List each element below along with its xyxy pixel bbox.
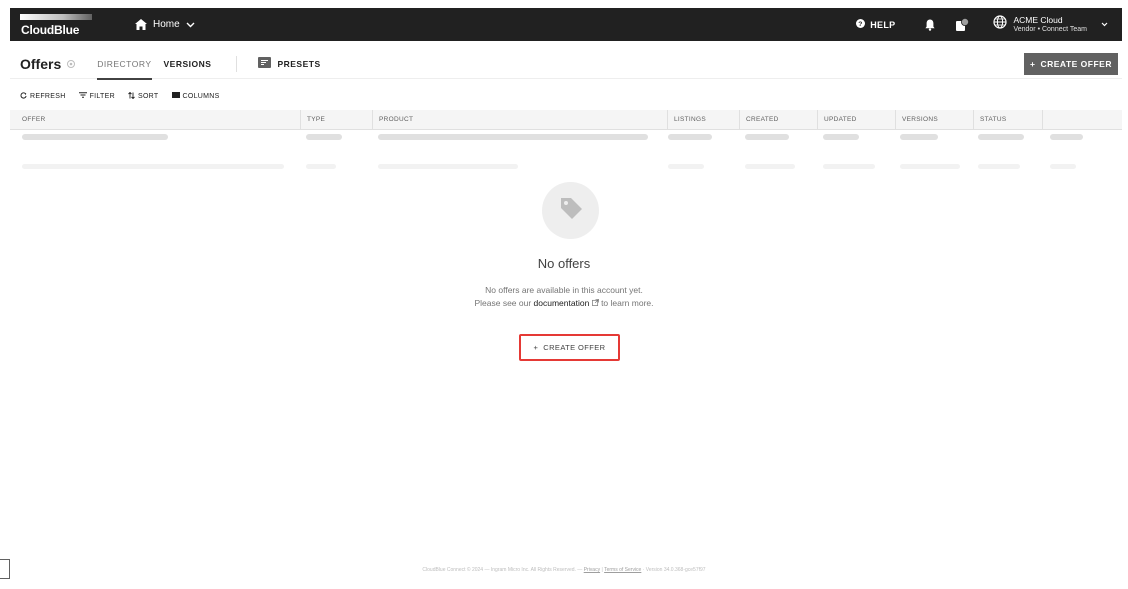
tag-icon	[558, 195, 584, 226]
create-offer-label: CREATE OFFER	[1040, 58, 1112, 69]
empty-state-message: No offers are available in this account …	[485, 285, 643, 295]
presets-icon	[258, 57, 272, 70]
create-offer-button[interactable]: + CREATE OFFER	[1024, 52, 1118, 75]
account-switcher[interactable]: ACME Cloud Vendor • Connect Team	[993, 15, 1108, 35]
cloudblue-logo[interactable]: CloudBlue	[20, 13, 92, 37]
empty-state-hint-suffix: to learn more.	[601, 298, 654, 308]
column-header-created[interactable]: CREATED	[739, 110, 817, 130]
empty-state-hint-prefix: Please see our	[474, 298, 532, 308]
create-offer-center-label: CREATE OFFER	[543, 343, 606, 352]
page-title: Offers	[20, 55, 62, 72]
column-header-type[interactable]: TYPE	[300, 110, 372, 130]
sort-icon	[128, 91, 135, 101]
column-header-offer[interactable]: OFFER	[10, 110, 300, 130]
skeleton-bar	[900, 164, 960, 169]
notifications-bell-icon[interactable]	[925, 19, 936, 31]
table-row-skeleton	[10, 164, 1122, 184]
tasks-icon[interactable]	[955, 17, 970, 32]
page-header: Offers DIRECTORY VERSIONS PRESETS + CREA…	[10, 49, 1122, 80]
skeleton-bar	[22, 164, 284, 169]
brand-name: CloudBlue	[21, 22, 80, 37]
help-label: HELP	[870, 19, 896, 30]
top-navigation-bar: CloudBlue Home ? HELP ACME Cloud Vendor …	[10, 8, 1122, 41]
topbar-actions: ? HELP ACME Cloud Vendor • Connect Team	[856, 8, 1122, 41]
refresh-icon	[20, 91, 27, 101]
filter-icon	[78, 92, 87, 100]
chevron-down-icon	[186, 22, 195, 28]
presets-button[interactable]: PRESETS	[258, 57, 320, 70]
account-team: Vendor • Connect Team	[1013, 25, 1087, 33]
filter-label: FILTER	[89, 92, 115, 100]
skeleton-bar	[823, 134, 859, 140]
create-offer-center-button[interactable]: + CREATE OFFER	[533, 343, 606, 352]
columns-label: COLUMNS	[182, 92, 220, 100]
skeleton-bar	[378, 164, 518, 169]
column-header-actions	[1042, 110, 1122, 130]
skeleton-bar	[900, 134, 938, 140]
refresh-label: REFRESH	[30, 92, 66, 100]
filter-button[interactable]: FILTER	[78, 92, 115, 100]
list-toolbar: REFRESH FILTER SORT COLUMNS	[20, 89, 220, 103]
column-header-listings[interactable]: LISTINGS	[667, 110, 739, 130]
create-offer-highlight: + CREATE OFFER	[519, 334, 620, 361]
skeleton-bar	[306, 164, 336, 169]
account-info: ACME Cloud Vendor • Connect Team	[1013, 15, 1087, 35]
home-label: Home	[153, 19, 180, 30]
page-footer: CloudBlue Connect © 2024 — Ingram Micro …	[0, 567, 1128, 573]
corner-frame	[0, 559, 10, 579]
tab-divider	[236, 55, 238, 72]
refresh-button[interactable]: REFRESH	[20, 91, 66, 101]
skeleton-bar	[745, 134, 789, 140]
skeleton-bar	[745, 164, 795, 169]
info-icon[interactable]	[67, 59, 76, 68]
table-header: OFFER TYPE PRODUCT LISTINGS CREATED UPDA…	[10, 110, 1122, 130]
home-icon	[135, 19, 147, 30]
skeleton-bar	[1050, 134, 1083, 140]
column-header-product[interactable]: PRODUCT	[372, 110, 667, 130]
presets-label: PRESETS	[277, 58, 321, 69]
logo-bar	[20, 13, 92, 20]
help-icon: ?	[856, 19, 866, 30]
plus-icon: +	[533, 343, 539, 352]
column-header-versions[interactable]: VERSIONS	[895, 110, 973, 130]
svg-text:?: ?	[859, 21, 863, 28]
skeleton-bar	[978, 164, 1020, 169]
empty-state-illustration	[542, 182, 599, 239]
skeleton-bar	[668, 164, 704, 169]
empty-state-hint: Please see our documentation to learn mo…	[0, 298, 1128, 308]
sort-button[interactable]: SORT	[128, 91, 159, 101]
account-name: ACME Cloud	[1013, 14, 1063, 25]
help-button[interactable]: ? HELP	[856, 19, 895, 30]
tab-versions[interactable]: VERSIONS	[164, 49, 212, 79]
skeleton-bar	[378, 134, 648, 140]
footer-separator: |	[601, 567, 603, 573]
skeleton-bar	[306, 134, 342, 140]
skeleton-bar	[978, 134, 1024, 140]
column-header-updated[interactable]: UPDATED	[817, 110, 895, 130]
globe-icon	[993, 15, 1008, 34]
skeleton-bar	[668, 134, 712, 140]
privacy-link[interactable]: Privacy	[584, 567, 600, 573]
sort-label: SORT	[137, 92, 159, 100]
columns-button[interactable]: COLUMNS	[171, 92, 220, 100]
external-link-icon	[591, 298, 601, 308]
terms-of-service-link[interactable]: Terms of Service	[604, 567, 641, 573]
documentation-link[interactable]: documentation	[534, 298, 590, 308]
columns-icon	[171, 92, 180, 100]
tab-directory[interactable]: DIRECTORY	[97, 49, 152, 80]
table-row-skeleton	[10, 134, 1122, 154]
empty-state-title: No offers	[537, 256, 591, 271]
footer-version: · Version 34.0.368-gce57f97	[642, 567, 706, 573]
chevron-down-icon	[1101, 22, 1108, 27]
home-menu[interactable]: Home	[135, 19, 195, 30]
footer-copyright: CloudBlue Connect © 2024 — Ingram Micro …	[422, 567, 583, 573]
skeleton-bar	[823, 164, 875, 169]
plus-icon: +	[1030, 58, 1036, 69]
column-header-status[interactable]: STATUS	[973, 110, 1042, 130]
skeleton-bar	[22, 134, 168, 140]
skeleton-bar	[1050, 164, 1076, 169]
